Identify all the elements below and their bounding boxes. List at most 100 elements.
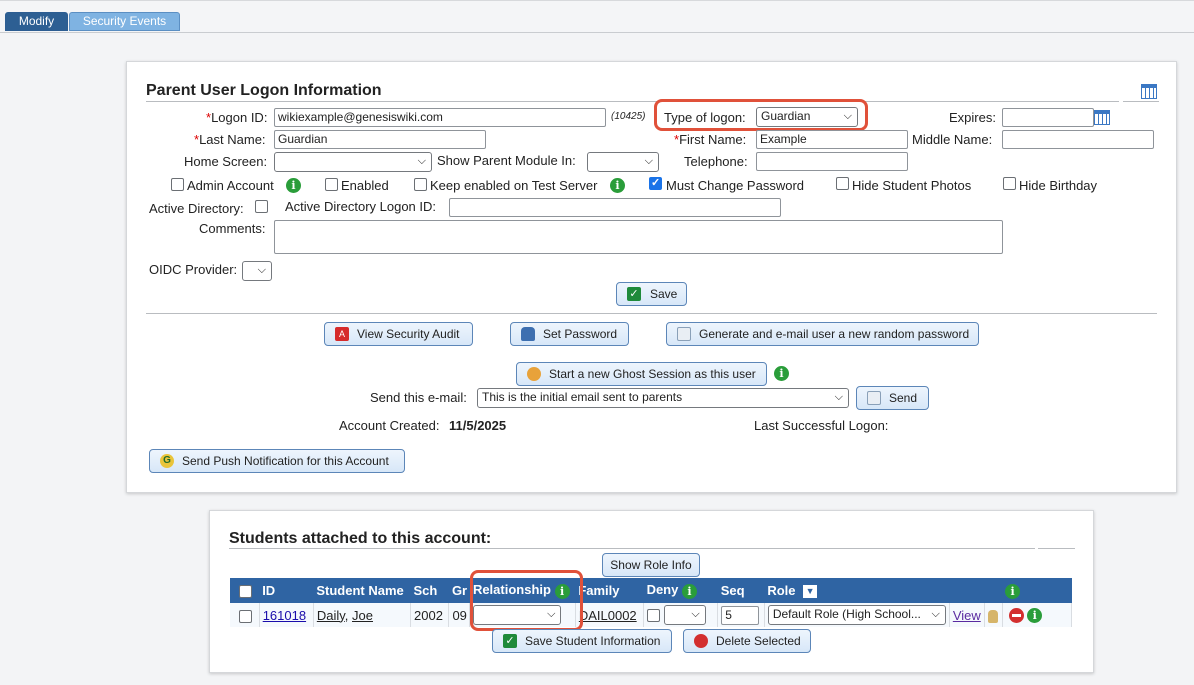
hide-student-photos-checkbox[interactable] xyxy=(836,177,849,190)
info-icon[interactable]: i xyxy=(681,583,697,599)
expires-label: Expires: xyxy=(949,110,996,125)
must-change-password-label: Must Change Password xyxy=(666,178,805,193)
family-link[interactable]: DAIL0002 xyxy=(579,608,637,623)
role-select[interactable]: Default Role (High School... ⌵ xyxy=(767,605,946,625)
chevron-down-icon: ⌵ xyxy=(843,110,852,122)
active-directory-logon-label: Active Directory Logon ID: xyxy=(285,199,437,214)
keep-enabled-test-label: Keep enabled on Test Server xyxy=(430,178,598,193)
deny-select[interactable]: ⌵ xyxy=(663,605,706,625)
row-select-checkbox[interactable] xyxy=(239,609,252,623)
show-parent-module-select[interactable]: ⌵ xyxy=(587,152,659,172)
info-icon[interactable]: i xyxy=(1005,583,1021,599)
student-last-name-link[interactable]: Daily xyxy=(317,608,345,623)
view-security-audit-button[interactable]: A View Security Audit xyxy=(324,322,473,346)
home-screen-label: Home Screen: xyxy=(184,154,268,169)
table-header-row: ID Student Name Sch Gr Relationship i Fa… xyxy=(230,578,1072,603)
keep-enabled-test-checkbox[interactable] xyxy=(414,178,427,191)
show-role-info-button[interactable]: Show Role Info xyxy=(602,553,700,577)
logon-id-number: (10425) xyxy=(611,111,646,122)
logon-id-input[interactable]: wikiexample@genesiswiki.com xyxy=(274,108,606,127)
chevron-down-icon: ⌵ xyxy=(644,155,653,167)
column-header-family: Family xyxy=(575,578,644,603)
section-divider xyxy=(146,313,1157,314)
gr-cell: 09 xyxy=(448,603,471,627)
chevron-down-icon: ⌵ xyxy=(417,155,426,167)
enabled-checkbox[interactable] xyxy=(325,178,338,191)
check-icon: ✓ xyxy=(503,634,517,648)
panel-title: Parent User Logon Information xyxy=(146,82,382,99)
expires-input[interactable] xyxy=(1002,108,1094,127)
tab-modify[interactable]: Modify xyxy=(5,12,68,31)
column-header-seq: Seq xyxy=(717,578,765,603)
set-password-button[interactable]: Set Password xyxy=(510,322,629,346)
first-name-input[interactable]: Example xyxy=(756,130,908,149)
account-created-value: 11/5/2025 xyxy=(449,418,507,433)
must-change-password-checkbox[interactable] xyxy=(649,176,662,190)
column-header-gr: Gr xyxy=(448,578,470,603)
title-underline-right xyxy=(1123,101,1159,102)
top-tab-bar: Modify Security Events xyxy=(0,0,1194,33)
sch-cell: 2002 xyxy=(410,603,450,627)
logon-id-label: *Logon ID: xyxy=(206,110,268,125)
column-header-id: ID xyxy=(259,578,314,603)
save-button[interactable]: ✓ Save xyxy=(616,282,687,306)
expires-calendar-icon[interactable] xyxy=(1094,110,1110,125)
telephone-input[interactable] xyxy=(756,152,908,171)
last-logon-label: Last Successful Logon: xyxy=(754,418,889,433)
check-icon: ✓ xyxy=(627,287,641,301)
filter-dropdown-icon[interactable]: ▼ xyxy=(803,585,818,599)
save-student-information-button[interactable]: ✓ Save Student Information xyxy=(492,629,672,653)
relationship-highlight xyxy=(470,570,583,631)
tab-security-events[interactable]: Security Events xyxy=(69,12,180,31)
deny-checkbox[interactable] xyxy=(647,608,661,622)
select-all-checkbox[interactable] xyxy=(239,585,252,599)
ghost-session-button[interactable]: Start a new Ghost Session as this user xyxy=(516,362,767,386)
admin-account-checkbox[interactable] xyxy=(171,178,184,191)
student-id-link[interactable]: 161018 xyxy=(263,608,306,623)
middle-name-label: Middle Name: xyxy=(912,132,993,147)
lock-icon[interactable] xyxy=(987,609,998,623)
view-role-link[interactable]: View xyxy=(953,608,981,623)
info-icon[interactable]: i xyxy=(774,366,789,381)
generate-password-button[interactable]: Generate and e-mail user a new random pa… xyxy=(666,322,979,346)
students-title: Students attached to this account: xyxy=(229,530,492,547)
pdf-icon: A xyxy=(335,327,349,341)
active-directory-logon-input[interactable] xyxy=(449,198,781,217)
student-first-name-link[interactable]: Joe xyxy=(352,608,373,623)
notification-icon: G xyxy=(160,454,174,468)
delete-selected-button[interactable]: Delete Selected xyxy=(683,629,811,653)
delete-icon xyxy=(694,634,708,648)
info-icon[interactable]: i xyxy=(610,178,625,193)
students-title-underline xyxy=(229,548,1035,549)
oidc-provider-select[interactable]: ⌵ xyxy=(242,261,272,281)
send-button[interactable]: Send xyxy=(856,386,929,410)
type-of-logon-select[interactable]: Guardian ⌵ xyxy=(756,107,858,127)
seq-input[interactable]: 5 xyxy=(721,605,760,625)
hide-birthday-checkbox[interactable] xyxy=(1003,177,1016,190)
title-underline xyxy=(146,101,1119,102)
account-created-label: Account Created: xyxy=(339,418,440,433)
show-parent-module-label: Show Parent Module In: xyxy=(437,153,576,168)
calendar-icon[interactable] xyxy=(1141,84,1157,99)
home-screen-select[interactable]: ⌵ xyxy=(274,152,432,172)
push-notification-button[interactable]: G Send Push Notification for this Accoun… xyxy=(149,449,405,473)
send-email-label: Send this e-mail: xyxy=(370,390,467,405)
hide-birthday-label: Hide Birthday xyxy=(1019,178,1098,193)
active-directory-label: Active Directory: xyxy=(149,201,244,216)
comments-label: Comments: xyxy=(199,221,266,236)
students-title-underline-right xyxy=(1038,548,1075,549)
active-directory-checkbox[interactable] xyxy=(255,200,268,213)
users-icon xyxy=(527,367,541,381)
remove-icon[interactable] xyxy=(1008,608,1024,624)
info-icon[interactable]: i xyxy=(286,178,301,193)
admin-account-label: Admin Account xyxy=(187,178,274,193)
enabled-label: Enabled xyxy=(341,178,389,193)
info-icon[interactable]: i xyxy=(1027,608,1043,624)
send-email-select[interactable]: This is the initial email sent to parent… xyxy=(477,388,849,408)
comments-textarea[interactable] xyxy=(274,220,1003,254)
chevron-down-icon: ⌵ xyxy=(931,608,940,620)
last-name-input[interactable]: Guardian xyxy=(274,130,486,149)
middle-name-input[interactable] xyxy=(1002,130,1154,149)
hide-student-photos-label: Hide Student Photos xyxy=(852,178,972,193)
chevron-down-icon: ⌵ xyxy=(834,391,843,403)
